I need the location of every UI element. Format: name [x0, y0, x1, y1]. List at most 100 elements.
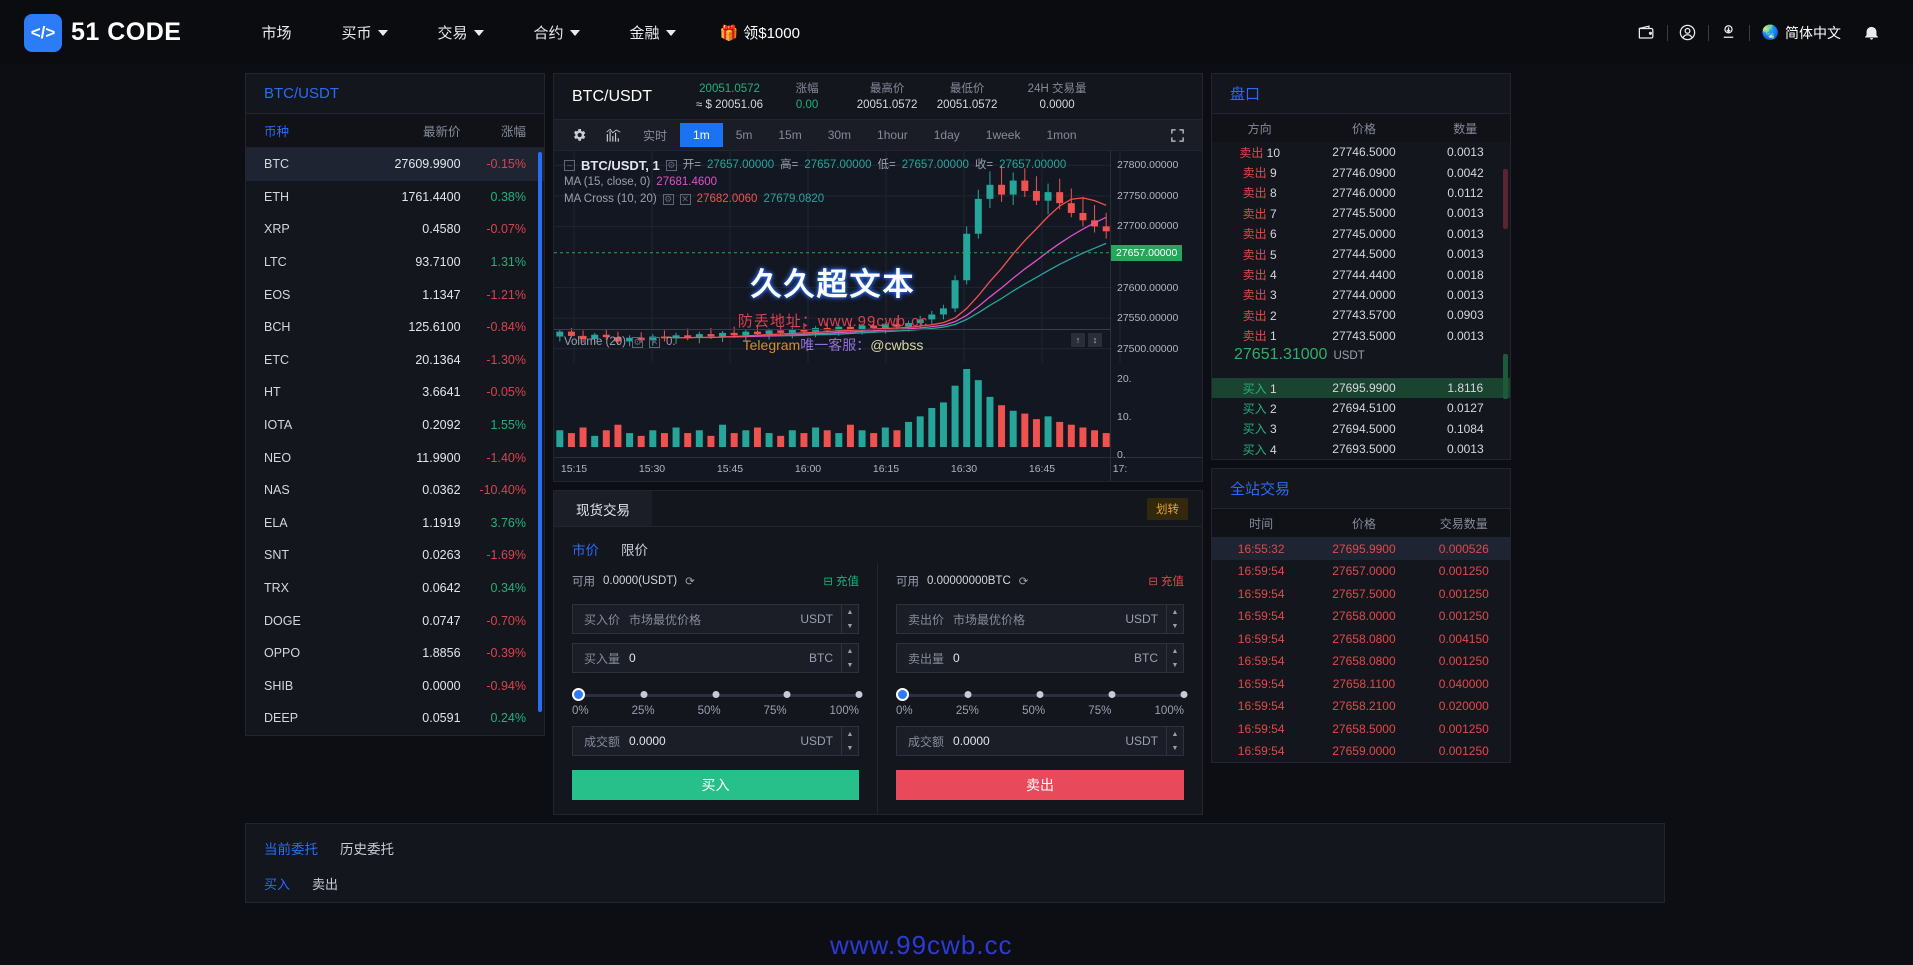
ask-row[interactable]: 卖出 9 27746.0900 0.0042 [1212, 162, 1510, 182]
bid-row[interactable]: 买入 2 27694.5100 0.0127 [1212, 398, 1510, 418]
timeframe-1hour[interactable]: 1hour [864, 123, 921, 147]
coin-row-ETC[interactable]: ETC 20.1364 -1.30% [246, 344, 544, 377]
close-icon[interactable]: ✕ [649, 336, 661, 348]
timeframe-realtime[interactable]: 实时 [630, 122, 680, 149]
coin-row-DOGE[interactable]: DOGE 0.0747 -0.70% [246, 604, 544, 637]
gear-icon[interactable]: ⚙ [662, 194, 674, 205]
nav-item-3[interactable]: 合约 [514, 14, 600, 51]
slider-dot-50[interactable] [712, 691, 719, 698]
coin-row-HT[interactable]: HT 3.6641 -0.05% [246, 376, 544, 409]
transfer-button[interactable]: 划转 [1147, 497, 1188, 520]
refresh-icon[interactable]: ⟳ [685, 574, 695, 588]
slider-dot-25[interactable] [640, 691, 648, 698]
bid-scrollbar[interactable] [1503, 354, 1508, 399]
scrollbar[interactable] [538, 152, 542, 712]
bid-row[interactable]: 买入 3 27694.5000 0.1084 [1212, 419, 1510, 439]
coin-row-NEO[interactable]: NEO 11.9900 -1.40% [246, 441, 544, 474]
sell-price-stepper[interactable]: ▲ ▼ [1166, 605, 1183, 633]
timeframe-30m[interactable]: 30m [815, 123, 864, 147]
user-icon[interactable] [1670, 15, 1706, 51]
orders-subtab-买入[interactable]: 买入 [264, 874, 290, 893]
sell-total-input[interactable]: 成交额 0.0000 USDT ▲ ▼ [896, 726, 1184, 756]
trade-row[interactable]: 16:59:54 27657.0000 0.001250 [1212, 560, 1510, 583]
gear-icon[interactable] [562, 120, 596, 150]
percent-25%[interactable]: 25% [956, 705, 979, 717]
percent-0%[interactable]: 0% [572, 705, 589, 717]
slider-knob[interactable] [572, 688, 585, 701]
buy-total-stepper[interactable]: ▲ ▼ [841, 727, 858, 755]
trade-row[interactable]: 16:55:32 27695.9900 0.000526 [1212, 537, 1510, 560]
sell-percent-slider[interactable] [896, 688, 1188, 703]
coin-row-LTC[interactable]: LTC 93.7100 1.31% [246, 246, 544, 279]
coin-row-ELA[interactable]: ELA 1.1919 3.76% [246, 507, 544, 540]
buy-recharge-link[interactable]: ⊟ 充值 [823, 573, 859, 589]
coin-row-TRX[interactable]: TRX 0.0642 0.34% [246, 572, 544, 605]
sell-recharge-link[interactable]: ⊟ 充值 [1148, 573, 1184, 589]
percent-50%[interactable]: 50% [698, 705, 721, 717]
promo-button[interactable]: 🎁 领$1000 [720, 22, 800, 43]
percent-100%[interactable]: 100% [1155, 705, 1184, 717]
fullscreen-icon[interactable] [1160, 120, 1194, 150]
nav-item-2[interactable]: 交易 [418, 14, 504, 51]
ask-row[interactable]: 卖出 2 27743.5700 0.0903 [1212, 305, 1510, 325]
slider-dot-100[interactable] [1180, 691, 1188, 698]
trade-row[interactable]: 16:59:54 27658.0000 0.001250 [1212, 605, 1510, 628]
tab-spot-trading[interactable]: 现货交易 [554, 491, 652, 526]
buy-amount-stepper[interactable]: ▲ ▼ [841, 644, 858, 672]
sell-amount-stepper[interactable]: ▲ ▼ [1166, 644, 1183, 672]
buy-submit-button[interactable]: 买入 [572, 770, 859, 800]
ask-row[interactable]: 卖出 4 27744.4400 0.0018 [1212, 264, 1510, 284]
coin-row-OPPO[interactable]: OPPO 1.8856 -0.39% [246, 637, 544, 670]
logo[interactable]: </> 51 CODE [24, 13, 181, 52]
orders-tab-当前委托[interactable]: 当前委托 [264, 838, 318, 858]
bid-row[interactable]: 买入 1 27695.9900 1.8116 [1212, 377, 1510, 399]
coin-row-SNT[interactable]: SNT 0.0263 -1.69% [246, 539, 544, 572]
buy-total-input[interactable]: 成交额 0.0000 USDT ▲ ▼ [572, 726, 859, 756]
nav-item-4[interactable]: 金融 [610, 14, 696, 51]
slider-knob[interactable] [896, 688, 909, 701]
price-chart[interactable]: – BTC/USDT, 1 ⚙ 开= 27657.00000 高= 27657.… [554, 151, 1202, 481]
trade-row[interactable]: 16:59:54 27659.0000 0.001250 [1212, 740, 1510, 763]
timeframe-1week[interactable]: 1week [973, 123, 1034, 147]
sell-submit-button[interactable]: 卖出 [896, 770, 1184, 800]
slider-dot-75[interactable] [783, 691, 791, 698]
sell-total-stepper[interactable]: ▲ ▼ [1166, 727, 1183, 755]
coin-row-DEEP[interactable]: DEEP 0.0591 0.24% [246, 702, 544, 735]
timeframe-1day[interactable]: 1day [921, 123, 973, 147]
coin-row-SHIB[interactable]: SHIB 0.0000 -0.94% [246, 670, 544, 703]
gear-icon[interactable]: ⚙ [665, 160, 677, 171]
percent-100%[interactable]: 100% [830, 705, 859, 717]
ask-row[interactable]: 卖出 3 27744.0000 0.0013 [1212, 285, 1510, 305]
trade-row[interactable]: 16:59:54 27658.1100 0.040000 [1212, 672, 1510, 695]
coin-row-ETH[interactable]: ETH 1761.4400 0.38% [246, 181, 544, 214]
coin-row-BTC[interactable]: BTC 27609.9900 -0.15% [246, 148, 544, 181]
timeframe-1m[interactable]: 1m [680, 123, 723, 147]
ask-row[interactable]: 卖出 7 27745.5000 0.0013 [1212, 203, 1510, 223]
percent-50%[interactable]: 50% [1022, 705, 1045, 717]
coin-row-EOS[interactable]: EOS 1.1347 -1.21% [246, 278, 544, 311]
buy-price-stepper[interactable]: ▲ ▼ [841, 605, 858, 633]
collapse-icon[interactable]: – [564, 160, 575, 171]
indicator-chart-icon[interactable] [596, 120, 630, 150]
bell-icon[interactable] [1853, 15, 1889, 51]
coin-row-BCH[interactable]: BCH 125.6100 -0.84% [246, 311, 544, 344]
slider-dot-50[interactable] [1036, 691, 1044, 698]
price-axis[interactable]: 27800.00000 27750.00000 27700.00000 27600.0… [1110, 151, 1202, 481]
slider-dot-25[interactable] [964, 691, 972, 698]
percent-25%[interactable]: 25% [632, 705, 655, 717]
buy-percent-slider[interactable] [572, 688, 863, 703]
nav-item-0[interactable]: 市场 [241, 14, 311, 51]
coin-row-NAS[interactable]: NAS 0.0362 -10.40% [246, 474, 544, 507]
timeframe-15m[interactable]: 15m [765, 123, 814, 147]
bid-row[interactable]: 买入 4 27693.5000 0.0013 [1212, 439, 1510, 459]
trade-row[interactable]: 16:59:54 27658.0800 0.004150 [1212, 627, 1510, 650]
ask-row[interactable]: 卖出 10 27746.5000 0.0013 [1212, 142, 1510, 162]
trade-row[interactable]: 16:59:54 27658.0800 0.001250 [1212, 650, 1510, 673]
coin-row-IOTA[interactable]: IOTA 0.2092 1.55% [246, 409, 544, 442]
gear-icon[interactable]: ⚙ [632, 336, 644, 348]
ask-row[interactable]: 卖出 6 27745.0000 0.0013 [1212, 224, 1510, 244]
orders-tab-历史委托[interactable]: 历史委托 [340, 838, 394, 858]
download-icon[interactable] [1711, 15, 1747, 51]
language-selector[interactable]: 🌏 简体中文 [1752, 23, 1851, 43]
refresh-icon[interactable]: ⟳ [1019, 574, 1029, 588]
